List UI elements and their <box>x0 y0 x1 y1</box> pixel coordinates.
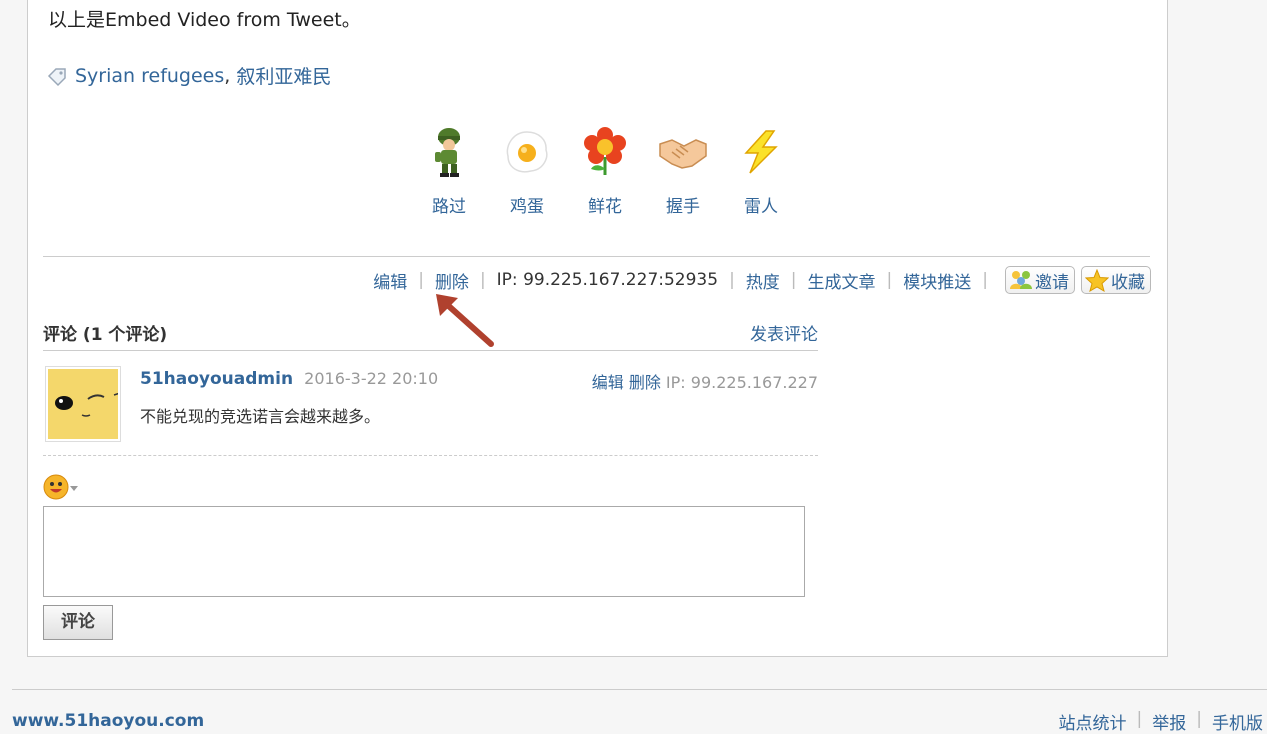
post-ip: IP: 99.225.167.227:52935 <box>496 270 719 290</box>
comment-ip: IP: 99.225.167.227 <box>665 373 818 392</box>
reaction-handshake[interactable]: 握手 <box>644 124 722 217</box>
reaction-flower[interactable]: 鲜花 <box>566 124 644 217</box>
avatar-face-icon <box>48 369 121 439</box>
reaction-bar: 路过 鸡蛋 鲜花 握手 雷人 <box>410 124 800 217</box>
comment-text: 不能兑现的竞选诺言会越来越多。 <box>140 407 381 426</box>
submit-comment-button[interactable]: 评论 <box>43 605 113 640</box>
lightning-icon <box>744 130 778 174</box>
comment-author-link[interactable]: 51haoyouadmin <box>140 369 293 389</box>
comments-title: 评论 (1 个评论) <box>43 324 168 345</box>
comment-actions: 编辑 删除 IP: 99.225.167.227 <box>592 369 818 393</box>
people-icon <box>1010 271 1032 289</box>
tag-link-syrian-refugees-cn[interactable]: 叙利亚难民 <box>236 62 331 89</box>
separator: | <box>790 270 797 290</box>
tag-link-syrian-refugees[interactable]: Syrian refugees <box>75 65 224 87</box>
handshake-icon <box>659 139 707 169</box>
delete-comment-link[interactable]: 删除 <box>629 373 661 392</box>
post-divider <box>43 256 1150 257</box>
reaction-label[interactable]: 握手 <box>644 192 722 217</box>
site-stats-link[interactable]: 站点统计 <box>1059 709 1127 734</box>
reaction-label[interactable]: 鲜花 <box>566 192 644 217</box>
separator: | <box>479 270 486 290</box>
comment-textarea[interactable] <box>43 506 805 597</box>
separator: | <box>1136 709 1143 729</box>
separator: | <box>1196 709 1202 729</box>
smiley-icon <box>43 474 69 500</box>
post-comment-link[interactable]: 发表评论 <box>750 320 818 345</box>
emoji-picker-button[interactable] <box>43 474 78 500</box>
tag-list: Syrian refugees , 叙利亚难民 <box>46 62 331 89</box>
comments-section: 评论 (1 个评论) 发表评论 51haoyouadmin 2016-3-22 … <box>43 318 818 456</box>
flower-icon <box>584 127 626 175</box>
tag-separator: , <box>224 64 237 87</box>
avatar[interactable] <box>45 366 121 442</box>
tag-icon <box>47 67 66 86</box>
separator: | <box>729 270 735 290</box>
heat-link[interactable]: 热度 <box>746 268 780 293</box>
comment-meta: 51haoyouadmin 2016-3-22 20:10 <box>140 369 438 389</box>
intro-text: 以上是Embed Video from Tweet。 <box>48 9 361 31</box>
edit-post-link[interactable]: 编辑 <box>373 268 407 293</box>
separator: | <box>418 270 424 290</box>
chevron-down-icon <box>70 486 78 491</box>
fried-egg-icon <box>506 131 548 173</box>
reaction-label[interactable]: 鸡蛋 <box>488 192 566 217</box>
generate-article-link[interactable]: 生成文章 <box>808 268 876 293</box>
reaction-lightning[interactable]: 雷人 <box>722 124 800 217</box>
reaction-label[interactable]: 雷人 <box>722 192 800 217</box>
report-link[interactable]: 举报 <box>1152 709 1186 734</box>
separator: | <box>982 270 988 290</box>
footer-site-link[interactable]: www.51haoyou.com <box>12 711 204 731</box>
separator: | <box>886 270 893 290</box>
star-icon <box>1085 268 1109 292</box>
reaction-label[interactable]: 路过 <box>410 192 488 217</box>
mobile-version-link[interactable]: 手机版 <box>1212 709 1263 734</box>
invite-button[interactable]: 邀请 <box>1005 266 1075 294</box>
footer-divider <box>12 689 1267 690</box>
comment-time: 2016-3-22 20:10 <box>304 369 439 388</box>
edit-comment-link[interactable]: 编辑 <box>592 373 624 392</box>
favorite-button[interactable]: 收藏 <box>1081 266 1151 294</box>
reaction-egg[interactable]: 鸡蛋 <box>488 124 566 217</box>
module-push-link[interactable]: 模块推送 <box>903 268 971 293</box>
reaction-pass-by[interactable]: 路过 <box>410 124 488 217</box>
footer-links: 站点统计 | 举报 | 手机版 <box>1059 709 1263 734</box>
favorite-label: 收藏 <box>1111 272 1145 293</box>
soldier-icon <box>435 128 460 177</box>
invite-label: 邀请 <box>1035 272 1069 293</box>
comments-header: 评论 (1 个评论) 发表评论 <box>43 318 818 351</box>
comment-item: 51haoyouadmin 2016-3-22 20:10 编辑 删除 IP: … <box>43 351 818 456</box>
